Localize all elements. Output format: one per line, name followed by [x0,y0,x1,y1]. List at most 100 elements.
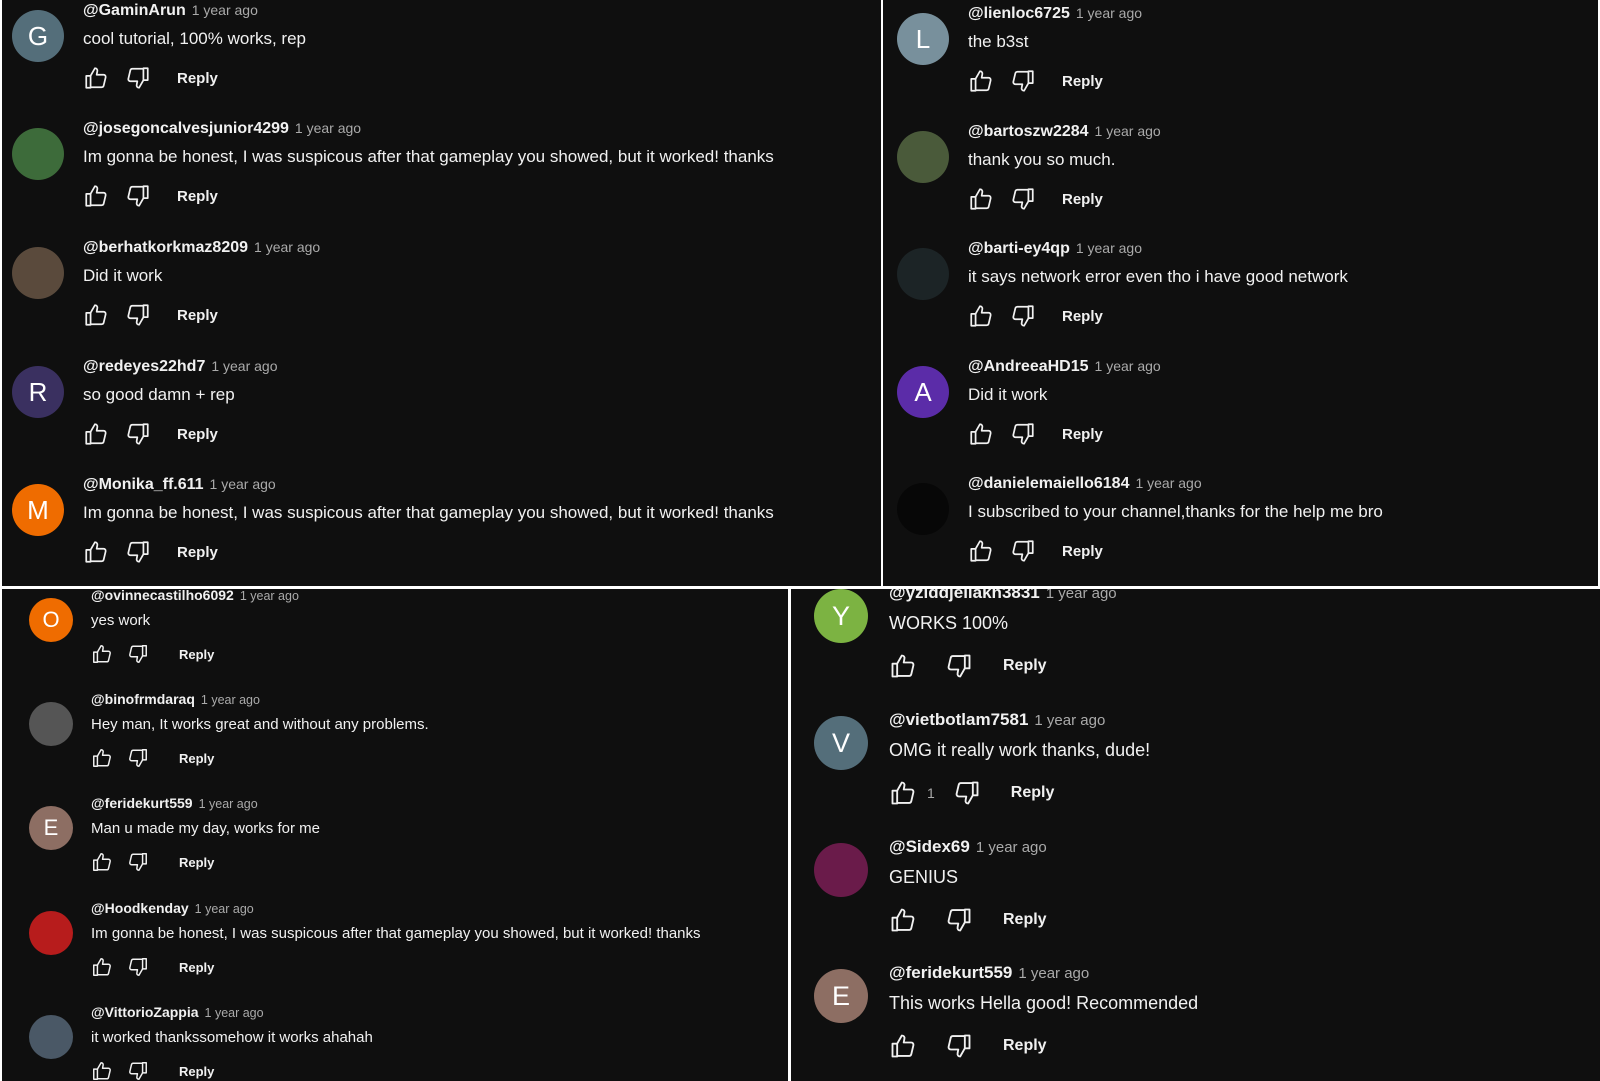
avatar[interactable] [12,128,64,180]
thumb-up-icon[interactable] [968,421,994,447]
thumb-down-icon[interactable] [127,851,149,873]
comment-timestamp[interactable]: 1 year ago [199,797,258,811]
thumb-down-icon[interactable] [127,1060,149,1081]
reply-button[interactable]: Reply [177,70,218,87]
reply-button[interactable]: Reply [179,960,214,975]
thumb-up-icon[interactable] [889,652,917,680]
comment-author[interactable]: @berhatkorkmaz8209 [83,239,248,257]
comment-author[interactable]: @binofrmdaraq [91,691,195,707]
comment-timestamp[interactable]: 1 year ago [211,358,277,374]
thumb-up-icon[interactable] [889,1032,917,1060]
avatar[interactable] [29,911,73,955]
avatar[interactable]: M [12,484,64,536]
thumb-up-icon[interactable] [83,65,109,91]
thumb-down-icon[interactable] [945,1032,973,1060]
reply-button[interactable]: Reply [1003,911,1047,929]
avatar[interactable]: G [12,10,64,62]
thumb-up-icon[interactable] [83,183,109,209]
avatar[interactable]: E [814,969,868,1023]
comment-timestamp[interactable]: 1 year ago [210,476,276,492]
thumb-down-icon[interactable] [1010,186,1036,212]
comment-timestamp[interactable]: 1 year ago [192,2,258,18]
avatar[interactable] [814,843,868,897]
thumb-up-icon[interactable] [83,421,109,447]
avatar[interactable]: V [814,716,868,770]
comment-timestamp[interactable]: 1 year ago [1076,240,1142,256]
avatar[interactable]: A [897,366,949,418]
thumb-up-icon[interactable] [889,906,917,934]
thumb-down-icon[interactable] [127,956,149,978]
reply-button[interactable]: Reply [179,855,214,870]
comment-author[interactable]: @yziddjellakh3831 [889,589,1040,603]
comment-timestamp[interactable]: 1 year ago [195,902,254,916]
reply-button[interactable]: Reply [1003,1037,1047,1055]
comment-author[interactable]: @Monika_ff.611 [83,476,204,494]
avatar[interactable] [29,702,73,746]
reply-button[interactable]: Reply [179,647,214,662]
reply-button[interactable]: Reply [179,1064,214,1079]
reply-button[interactable]: Reply [1062,543,1103,560]
comment-author[interactable]: @danielemaiello6184 [968,475,1129,493]
comment-author[interactable]: @josegoncalvesjunior4299 [83,120,289,138]
thumb-down-icon[interactable] [1010,303,1036,329]
avatar[interactable] [12,247,64,299]
thumb-down-icon[interactable] [125,421,151,447]
comment-timestamp[interactable]: 1 year ago [1046,589,1117,602]
comment-author[interactable]: @lienloc6725 [968,5,1070,23]
comment-author[interactable]: @vietbotlam7581 [889,710,1028,730]
comment-timestamp[interactable]: 1 year ago [1034,712,1105,729]
reply-button[interactable]: Reply [179,751,214,766]
thumb-up-icon[interactable] [83,302,109,328]
comment-author[interactable]: @barti-ey4qp [968,240,1070,258]
comment-timestamp[interactable]: 1 year ago [1135,475,1201,491]
comment-timestamp[interactable]: 1 year ago [1076,5,1142,21]
reply-button[interactable]: Reply [177,426,218,443]
comment-timestamp[interactable]: 1 year ago [1095,123,1161,139]
avatar[interactable]: O [29,598,73,642]
thumb-up-icon[interactable] [968,186,994,212]
thumb-up-icon[interactable] [91,1060,113,1081]
comment-timestamp[interactable]: 1 year ago [205,1006,264,1020]
reply-button[interactable]: Reply [1003,657,1047,675]
avatar[interactable]: Y [814,589,868,643]
comment-author[interactable]: @bartoszw2284 [968,123,1089,141]
thumb-down-icon[interactable] [125,302,151,328]
thumb-up-icon[interactable] [91,643,113,665]
reply-button[interactable]: Reply [1062,426,1103,443]
thumb-down-icon[interactable] [945,652,973,680]
thumb-down-icon[interactable] [127,643,149,665]
thumb-down-icon[interactable] [1010,68,1036,94]
comment-author[interactable]: @feridekurt559 [889,963,1012,983]
reply-button[interactable]: Reply [1062,191,1103,208]
comment-timestamp[interactable]: 1 year ago [254,239,320,255]
thumb-down-icon[interactable] [1010,421,1036,447]
reply-button[interactable]: Reply [1062,308,1103,325]
avatar[interactable]: L [897,13,949,65]
thumb-down-icon[interactable] [125,65,151,91]
thumb-up-icon[interactable] [968,68,994,94]
avatar[interactable] [897,131,949,183]
thumb-up-icon[interactable] [968,303,994,329]
avatar[interactable] [897,483,949,535]
reply-button[interactable]: Reply [177,307,218,324]
thumb-down-icon[interactable] [125,183,151,209]
reply-button[interactable]: Reply [177,188,218,205]
avatar[interactable] [897,248,949,300]
thumb-down-icon[interactable] [1010,538,1036,564]
thumb-down-icon[interactable] [953,779,981,807]
avatar[interactable]: E [29,806,73,850]
comment-timestamp[interactable]: 1 year ago [1095,358,1161,374]
thumb-up-icon[interactable] [889,779,917,807]
avatar[interactable]: R [12,366,64,418]
comment-timestamp[interactable]: 1 year ago [201,693,260,707]
reply-button[interactable]: Reply [177,544,218,561]
comment-author[interactable]: @redeyes22hd7 [83,358,205,376]
comment-author[interactable]: @Sidex69 [889,837,970,857]
comment-author[interactable]: @VittorioZappia [91,1004,199,1020]
reply-button[interactable]: Reply [1011,784,1055,802]
reply-button[interactable]: Reply [1062,73,1103,90]
comment-timestamp[interactable]: 1 year ago [1018,965,1089,982]
comment-author[interactable]: @Hoodkenday [91,900,189,916]
thumb-up-icon[interactable] [91,956,113,978]
thumb-up-icon[interactable] [91,747,113,769]
